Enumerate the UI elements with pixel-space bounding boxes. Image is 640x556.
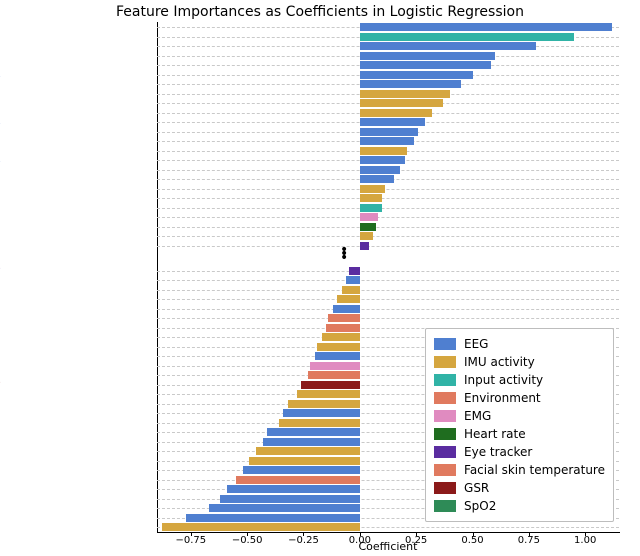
bar <box>315 352 360 360</box>
bar <box>326 324 360 332</box>
legend-swatch <box>434 482 456 494</box>
bar <box>322 333 360 341</box>
bar <box>360 99 443 107</box>
bar <box>360 147 407 155</box>
legend-label: EEG <box>464 337 488 351</box>
bar <box>227 485 360 493</box>
bar <box>360 223 376 231</box>
bar <box>360 80 461 88</box>
bar <box>288 400 360 408</box>
bar <box>346 276 360 284</box>
legend-label: Facial skin temperature <box>464 463 605 477</box>
bar <box>360 185 385 193</box>
bar <box>310 362 360 370</box>
legend-swatch <box>434 500 456 512</box>
legend-item: SpO2 <box>434 497 605 515</box>
bar <box>360 156 405 164</box>
ellipsis: ••• <box>340 248 349 260</box>
bar <box>349 267 360 275</box>
bar <box>360 137 414 145</box>
legend-item: Facial skin temperature <box>434 461 605 479</box>
bar <box>186 514 360 522</box>
bar <box>263 438 360 446</box>
bar <box>360 204 383 212</box>
legend-label: SpO2 <box>464 499 496 513</box>
bar <box>301 381 360 389</box>
bar <box>328 314 360 322</box>
legend-item: Environment <box>434 389 605 407</box>
bar <box>360 175 394 183</box>
bar <box>308 371 360 379</box>
bar <box>283 409 360 417</box>
legend-item: Input activity <box>434 371 605 389</box>
bar <box>360 52 495 60</box>
bar <box>360 242 369 250</box>
legend-item: IMU activity <box>434 353 605 371</box>
legend-label: Heart rate <box>464 427 526 441</box>
bar <box>360 90 450 98</box>
bar <box>360 194 383 202</box>
bar <box>360 213 378 221</box>
bar <box>297 390 360 398</box>
bar <box>360 71 473 79</box>
bar <box>162 523 360 531</box>
legend-swatch <box>434 338 456 350</box>
bar <box>360 42 536 50</box>
bar <box>360 23 612 31</box>
bar <box>342 286 360 294</box>
legend-item: GSR <box>434 479 605 497</box>
legend-swatch <box>434 356 456 368</box>
legend-item: Eye tracker <box>434 443 605 461</box>
legend-label: IMU activity <box>464 355 535 369</box>
bar <box>279 419 360 427</box>
legend-label: GSR <box>464 481 489 495</box>
bar <box>220 495 360 503</box>
x-axis-label: Coefficient <box>157 540 619 553</box>
bar <box>317 343 360 351</box>
legend-item: EEG <box>434 335 605 353</box>
legend-swatch <box>434 446 456 458</box>
legend-swatch <box>434 464 456 476</box>
bar <box>360 61 491 69</box>
legend-label: EMG <box>464 409 491 423</box>
bar <box>360 232 374 240</box>
legend: EEG IMU activity Input activity Environment… <box>425 328 614 522</box>
bar <box>256 447 360 455</box>
bar <box>267 428 359 436</box>
bar <box>360 109 432 117</box>
chart-title: Feature Importances as Coefficients in L… <box>0 4 640 20</box>
legend-label: Input activity <box>464 373 543 387</box>
bar <box>236 476 360 484</box>
legend-swatch <box>434 428 456 440</box>
legend-label: Environment <box>464 391 541 405</box>
legend-item: EMG <box>434 407 605 425</box>
bar <box>360 166 401 174</box>
bar <box>249 457 359 465</box>
legend-label: Eye tracker <box>464 445 532 459</box>
bar <box>243 466 360 474</box>
figure: Feature Importances as Coefficients in L… <box>0 0 640 556</box>
bar <box>333 305 360 313</box>
bar <box>360 118 425 126</box>
bar <box>209 504 360 512</box>
bar <box>360 128 419 136</box>
legend-swatch <box>434 392 456 404</box>
legend-item: Heart rate <box>434 425 605 443</box>
bar <box>337 295 360 303</box>
legend-swatch <box>434 374 456 386</box>
legend-swatch <box>434 410 456 422</box>
bar <box>360 33 574 41</box>
